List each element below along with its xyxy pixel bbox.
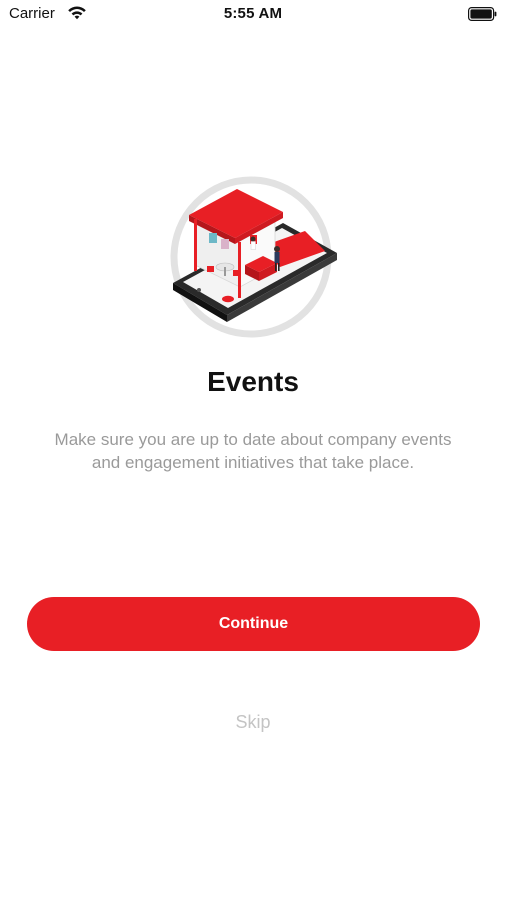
status-bar: Carrier 5:55 AM — [0, 0, 506, 30]
onboarding-description: Make sure you are up to date about compa… — [54, 430, 452, 472]
page-title: Events — [207, 366, 299, 397]
battery-icon — [468, 7, 497, 21]
status-time: 5:55 AM — [223, 5, 283, 22]
continue-button[interactable]: Continue — [27, 597, 480, 651]
events-illustration — [170, 176, 337, 338]
skip-button[interactable]: Skip — [0, 712, 506, 733]
